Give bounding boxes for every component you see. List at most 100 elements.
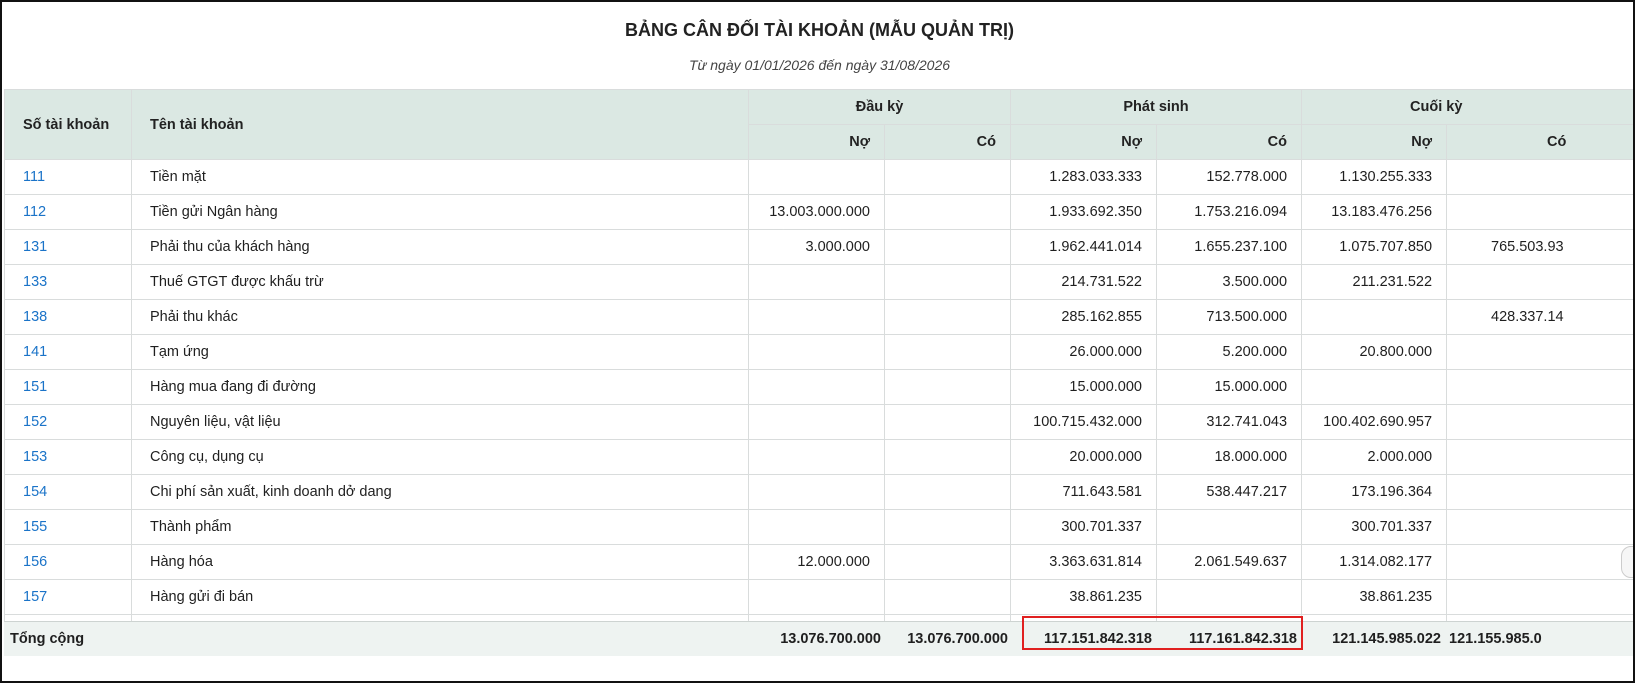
opening-debit <box>748 299 885 335</box>
account-code[interactable]: 151 <box>4 369 132 405</box>
movement-credit: 312.741.043 <box>1155 404 1303 440</box>
ledger-table: Số tài khoản Tên tài khoản Đầu kỳ Phát s… <box>4 89 1633 650</box>
closing-credit <box>1446 194 1633 230</box>
opening-debit <box>748 439 885 475</box>
table-row[interactable]: 111 Tiền mặt 1.283.033.333 152.778.000 1.130… <box>4 159 1633 195</box>
account-code[interactable]: 157 <box>4 579 132 615</box>
account-code[interactable]: 138 <box>4 299 132 335</box>
account-code[interactable]: 153 <box>4 439 132 475</box>
table-row[interactable]: 112 Tiền gửi Ngân hàng 13.003.000.000 1.933… <box>4 194 1633 230</box>
closing-credit <box>1446 544 1633 580</box>
table-row[interactable]: 138 Phải thu khác 285.162.855 713.500.000 42… <box>4 299 1633 335</box>
closing-credit <box>1446 334 1633 370</box>
account-name: Công cụ, dụng cụ <box>131 439 749 475</box>
account-name: Hàng gửi đi bán <box>131 579 749 615</box>
account-code[interactable]: 152 <box>4 404 132 440</box>
opening-debit <box>748 369 885 405</box>
closing-credit <box>1446 509 1633 545</box>
table-row[interactable]: 156 Hàng hóa 12.000.000 3.363.631.814 2.061.… <box>4 544 1633 580</box>
account-code[interactable]: 112 <box>4 194 132 230</box>
header-closing-credit[interactable]: Có <box>1446 124 1633 160</box>
report-subtitle: Từ ngày 01/01/2026 đến ngày 31/08/2026 <box>688 57 951 73</box>
header-closing: Cuối kỳ <box>1301 89 1633 125</box>
closing-credit <box>1446 439 1633 475</box>
table-row[interactable]: 133 Thuế GTGT được khấu trừ 214.731.522 3.5… <box>4 264 1633 300</box>
table-row[interactable]: 131 Phải thu của khách hàng 3.000.000 1.962… <box>4 229 1633 265</box>
header-movement-debit[interactable]: Nợ <box>1010 124 1157 160</box>
account-name: Hàng hóa <box>131 544 749 580</box>
table-row[interactable]: 153 Công cụ, dụng cụ 20.000.000 18.000.000 2… <box>4 439 1633 475</box>
opening-debit <box>748 159 885 195</box>
account-code[interactable]: 133 <box>4 264 132 300</box>
movement-debit: 1.283.033.333 <box>1010 159 1157 195</box>
closing-credit: 765.503.93 <box>1446 229 1633 265</box>
closing-credit <box>1446 404 1633 440</box>
account-name: Thành phẩm <box>131 509 749 545</box>
scroll-handle[interactable] <box>1621 546 1633 578</box>
opening-credit <box>884 194 1011 230</box>
table-row[interactable]: 141 Tạm ứng 26.000.000 5.200.000 20.800.000 <box>4 334 1633 370</box>
table-row[interactable]: 155 Thành phẩm 300.701.337 300.701.337 <box>4 509 1633 545</box>
header-opening-debit[interactable]: Nợ <box>748 124 885 160</box>
account-code[interactable]: 154 <box>4 474 132 510</box>
opening-debit <box>748 264 885 300</box>
movement-credit: 2.061.549.637 <box>1155 544 1303 580</box>
header-account-no[interactable]: Số tài khoản <box>4 89 132 160</box>
report-title: BẢNG CÂN ĐỐI TÀI KHOẢN (MẪU QUẢN TRỊ) <box>625 20 1014 40</box>
closing-credit <box>1446 159 1633 195</box>
opening-credit <box>884 264 1011 300</box>
opening-credit <box>884 509 1011 545</box>
opening-credit <box>884 544 1011 580</box>
movement-debit: 38.861.235 <box>1010 579 1157 615</box>
closing-debit <box>1301 299 1448 335</box>
movement-credit <box>1155 509 1303 545</box>
opening-credit <box>884 474 1011 510</box>
movement-debit: 3.363.631.814 <box>1010 544 1157 580</box>
movement-debit: 100.715.432.000 <box>1010 404 1157 440</box>
account-name: Phải thu khác <box>131 299 749 335</box>
opening-debit: 3.000.000 <box>748 229 885 265</box>
account-code[interactable]: 155 <box>4 509 132 545</box>
closing-debit: 13.183.476.256 <box>1301 194 1448 230</box>
total-opening-debit: 13.076.700.000 <box>780 631 881 647</box>
movement-debit: 26.000.000 <box>1010 334 1157 370</box>
table-row[interactable]: 157 Hàng gửi đi bán 38.861.235 38.861.235 <box>4 579 1633 615</box>
opening-debit <box>748 509 885 545</box>
account-name: Chi phí sản xuất, kinh doanh dở dang <box>131 474 749 510</box>
opening-credit <box>884 299 1011 335</box>
table-row[interactable]: 152 Nguyên liệu, vật liệu 100.715.432.000 3… <box>4 404 1633 440</box>
header-movement-credit[interactable]: Có <box>1155 124 1303 160</box>
account-name: Tạm ứng <box>131 334 749 370</box>
highlight-box <box>1022 616 1303 650</box>
movement-credit: 152.778.000 <box>1155 159 1303 195</box>
movement-debit: 300.701.337 <box>1010 509 1157 545</box>
account-code[interactable]: 111 <box>4 159 132 195</box>
opening-credit <box>884 229 1011 265</box>
total-closing-credit: 121.155.985.0 <box>1449 631 1542 647</box>
movement-credit: 1.753.216.094 <box>1155 194 1303 230</box>
account-code[interactable]: 141 <box>4 334 132 370</box>
closing-debit: 1.075.707.850 <box>1301 229 1448 265</box>
closing-debit: 2.000.000 <box>1301 439 1448 475</box>
account-code[interactable]: 156 <box>4 544 132 580</box>
closing-debit: 211.231.522 <box>1301 264 1448 300</box>
header-opening-credit[interactable]: Có <box>884 124 1011 160</box>
movement-debit: 20.000.000 <box>1010 439 1157 475</box>
movement-credit: 15.000.000 <box>1155 369 1303 405</box>
table-row[interactable]: 154 Chi phí sản xuất, kinh doanh dở dang 7… <box>4 474 1633 510</box>
account-name: Nguyên liệu, vật liệu <box>131 404 749 440</box>
opening-credit <box>884 334 1011 370</box>
opening-debit <box>748 334 885 370</box>
closing-debit: 1.314.082.177 <box>1301 544 1448 580</box>
account-code[interactable]: 131 <box>4 229 132 265</box>
closing-debit: 20.800.000 <box>1301 334 1448 370</box>
movement-credit <box>1155 579 1303 615</box>
movement-debit: 15.000.000 <box>1010 369 1157 405</box>
table-row[interactable]: 151 Hàng mua đang đi đường 15.000.000 15.00… <box>4 369 1633 405</box>
movement-credit: 3.500.000 <box>1155 264 1303 300</box>
opening-credit <box>884 439 1011 475</box>
header-account-name[interactable]: Tên tài khoản <box>131 89 749 160</box>
header-closing-debit[interactable]: Nợ <box>1301 124 1448 160</box>
closing-credit <box>1446 369 1633 405</box>
closing-debit: 38.861.235 <box>1301 579 1448 615</box>
